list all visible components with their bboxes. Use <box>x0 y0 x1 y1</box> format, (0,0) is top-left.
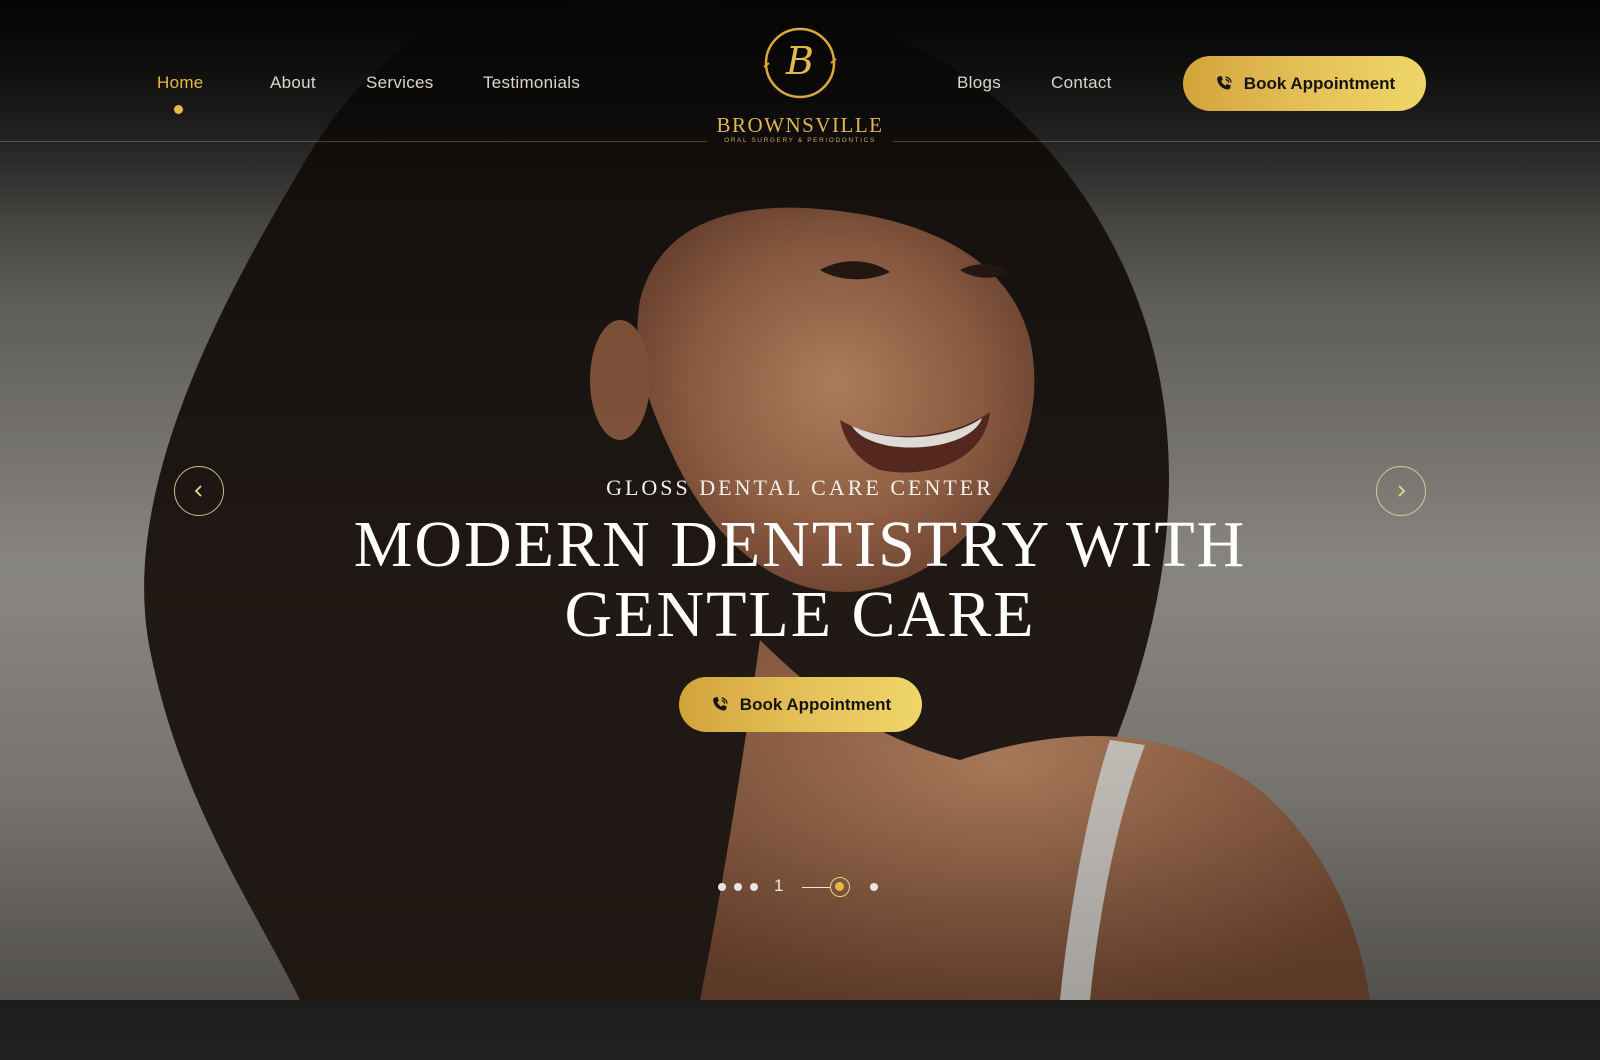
pagination-dot[interactable] <box>734 883 742 891</box>
slider-next-button[interactable] <box>1376 466 1426 516</box>
pagination-current-number: 1 <box>774 876 784 895</box>
page: Home About Services Testimonials Blogs C… <box>0 0 1600 1060</box>
slider-pagination: 1 <box>718 872 888 902</box>
hero-headline-line-1: MODERN DENTISTRY WITH <box>353 508 1247 581</box>
header-divider-right <box>893 141 1600 142</box>
logo-tagline: ORAL SURGERY & PERIODONTICS <box>724 137 876 144</box>
header-divider-left <box>0 141 707 142</box>
nav-link-home[interactable]: Home <box>157 73 204 93</box>
next-section-strip <box>0 1000 1600 1060</box>
slider-prev-button[interactable] <box>174 466 224 516</box>
logo-name: BROWNSVILLE <box>716 113 884 137</box>
pagination-active-dot-inner <box>835 882 844 891</box>
hero-headline-line-2: GENTLE CARE <box>564 578 1036 651</box>
hero-book-appointment-button[interactable]: Book Appointment <box>679 677 922 732</box>
pagination-dot[interactable] <box>718 883 726 891</box>
nav-link-contact[interactable]: Contact <box>1051 73 1112 93</box>
logo-monogram-letter: B <box>785 39 814 83</box>
phone-icon <box>712 696 728 711</box>
chevron-left-icon <box>194 485 202 497</box>
header-book-appointment-label: Book Appointment <box>1243 73 1396 93</box>
hero-headline: MODERN DENTISTRY WITH GENTLE CARE <box>0 510 1600 650</box>
site-header: Home About Services Testimonials Blogs C… <box>0 0 1600 144</box>
pagination-dot[interactable] <box>750 883 758 891</box>
nav-link-services[interactable]: Services <box>366 73 434 93</box>
pagination-active-dot[interactable] <box>830 877 850 897</box>
nav-link-blogs[interactable]: Blogs <box>957 73 1001 93</box>
header-book-appointment-button[interactable]: Book Appointment <box>1183 56 1426 111</box>
logo-monogram-icon: B <box>763 27 837 99</box>
pagination-dot[interactable] <box>870 883 878 891</box>
phone-icon <box>1216 75 1232 90</box>
nav-link-testimonials[interactable]: Testimonials <box>483 73 580 93</box>
pagination-connector <box>802 887 830 888</box>
nav-active-indicator <box>174 105 183 114</box>
brand-logo[interactable]: B BROWNSVILLE ORAL SURGERY & PERIODONTIC… <box>704 20 896 148</box>
hero-book-appointment-label: Book Appointment <box>739 694 892 714</box>
nav-link-about[interactable]: About <box>270 73 316 93</box>
hero-eyebrow: GLOSS DENTAL CARE CENTER <box>606 475 994 500</box>
chevron-right-icon <box>1398 485 1406 497</box>
